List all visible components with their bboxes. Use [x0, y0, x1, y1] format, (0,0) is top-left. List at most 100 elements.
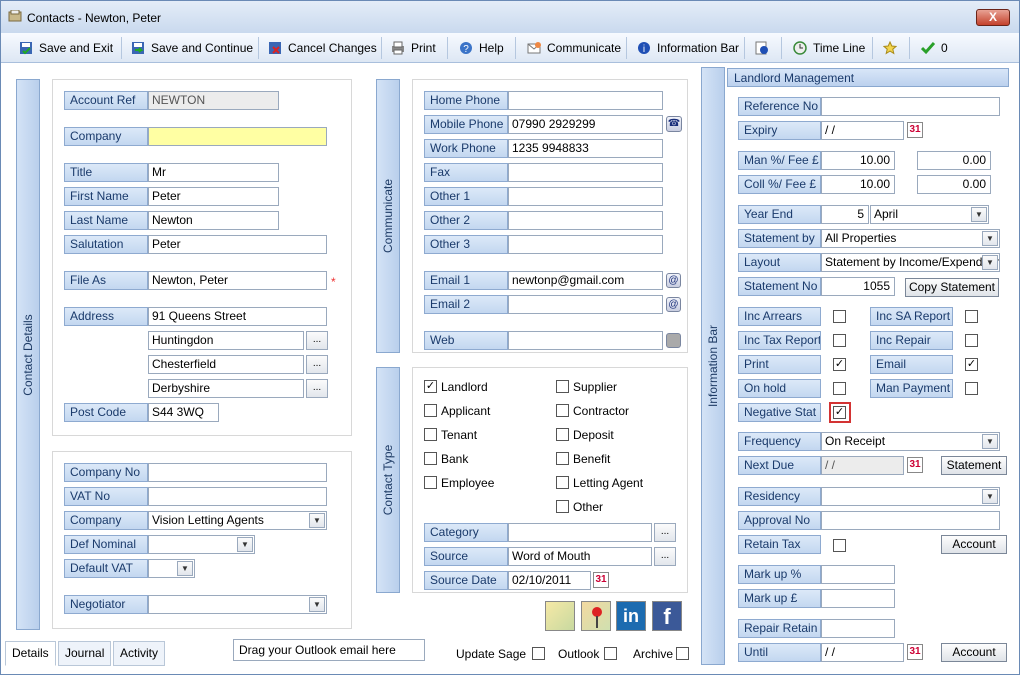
print-checkbox[interactable]: ✓	[833, 358, 846, 371]
reference-no-field[interactable]	[821, 97, 1000, 116]
statement-by-select[interactable]: All Properties ▼	[821, 229, 1000, 248]
web-field[interactable]	[508, 331, 663, 350]
tasks-count-button[interactable]: 0	[921, 38, 948, 58]
email1-field[interactable]: newtonp@gmail.com	[508, 271, 663, 290]
coll-fee-field[interactable]: 0.00	[917, 175, 991, 194]
close-button[interactable]: X	[976, 9, 1010, 26]
salutation-field[interactable]: Peter	[148, 235, 327, 254]
map-pin-icon[interactable]	[581, 601, 611, 631]
source-field[interactable]: Word of Mouth	[508, 547, 652, 566]
repair-retain-field[interactable]	[821, 619, 895, 638]
other2-field[interactable]	[508, 211, 663, 230]
approval-no-field[interactable]	[821, 511, 1000, 530]
last-name-field[interactable]: Newton	[148, 211, 279, 230]
cancel-changes-button[interactable]: Cancel Changes	[268, 38, 377, 58]
address-line3-field[interactable]: Chesterfield	[148, 355, 304, 374]
information-bar-vtab[interactable]: Information Bar	[701, 67, 725, 665]
copy-statement-button[interactable]: Copy Statement	[905, 278, 999, 297]
mark-up-pound-field[interactable]	[821, 589, 895, 608]
inc-repair-checkbox[interactable]	[965, 334, 978, 347]
help-button[interactable]: ? Help	[459, 38, 504, 58]
chevron-down-icon[interactable]: ▼	[971, 207, 987, 222]
map-icon[interactable]	[545, 601, 575, 631]
contact-details-vtab[interactable]: Contact Details	[16, 79, 40, 630]
landlord-checkbox[interactable]: ✓	[424, 380, 437, 393]
on-hold-checkbox[interactable]	[833, 382, 846, 395]
layout-select[interactable]: Statement by Income/Expenditure ▼	[821, 253, 1000, 272]
address-line1-field[interactable]: 91 Queens Street	[148, 307, 327, 326]
statement-button[interactable]: Statement	[941, 456, 1007, 475]
until-field[interactable]: / /	[821, 643, 904, 662]
company-field[interactable]	[148, 127, 327, 146]
chevron-down-icon[interactable]: ▼	[309, 513, 325, 528]
next-due-field[interactable]: / /	[821, 456, 904, 475]
info-settings-button[interactable]	[755, 38, 775, 58]
vat-no-field[interactable]	[148, 487, 327, 506]
chevron-down-icon[interactable]: ▼	[982, 231, 998, 246]
frequency-select[interactable]: On Receipt ▼	[821, 432, 1000, 451]
linkedin-icon[interactable]: in	[616, 601, 646, 631]
expiry-field[interactable]: / /	[821, 121, 904, 140]
save-and-exit-button[interactable]: Save and Exit	[19, 38, 113, 58]
chevron-down-icon[interactable]: ▼	[982, 434, 998, 449]
mark-up-percent-field[interactable]	[821, 565, 895, 584]
year-end-month-select[interactable]: April ▼	[870, 205, 989, 224]
facebook-icon[interactable]: f	[652, 601, 682, 631]
supplier-checkbox[interactable]	[556, 380, 569, 393]
information-bar-button[interactable]: i Information Bar	[637, 38, 739, 58]
update-sage-checkbox[interactable]	[532, 647, 545, 660]
letting-agent-checkbox[interactable]	[556, 476, 569, 489]
other1-field[interactable]	[508, 187, 663, 206]
tab-details[interactable]: Details	[5, 641, 56, 666]
company-select[interactable]: Vision Letting Agents ▼	[148, 511, 327, 530]
retain-tax-account-button[interactable]: Account	[941, 535, 1007, 554]
address-line2-field[interactable]: Huntingdon	[148, 331, 304, 350]
category-lookup-button[interactable]: ...	[654, 523, 676, 542]
chevron-down-icon[interactable]: ▼	[237, 537, 253, 552]
email1-send-icon[interactable]: @	[666, 273, 681, 288]
year-end-day-field[interactable]: 5	[821, 205, 869, 224]
email-checkbox[interactable]: ✓	[965, 358, 978, 371]
outlook-drop-area[interactable]: Drag your Outlook email here	[233, 639, 425, 661]
address-line2-lookup-button[interactable]: ...	[306, 331, 328, 350]
globe-icon[interactable]	[666, 333, 681, 348]
time-line-button[interactable]: Time Line	[793, 38, 865, 58]
home-phone-field[interactable]	[508, 91, 663, 110]
man-payment-checkbox[interactable]	[965, 382, 978, 395]
benefit-checkbox[interactable]	[556, 452, 569, 465]
def-nominal-select[interactable]: ▼	[148, 535, 255, 554]
bank-checkbox[interactable]	[424, 452, 437, 465]
title-field[interactable]: Mr	[148, 163, 279, 182]
contact-type-vtab[interactable]: Contact Type	[376, 367, 400, 593]
man-fee-field[interactable]: 0.00	[917, 151, 991, 170]
deposit-checkbox[interactable]	[556, 428, 569, 441]
chevron-down-icon[interactable]: ▼	[309, 597, 325, 612]
print-button[interactable]: Print	[391, 38, 436, 58]
email2-field[interactable]	[508, 295, 663, 314]
work-phone-field[interactable]: 1235 9948833	[508, 139, 663, 158]
retain-tax-checkbox[interactable]	[833, 539, 846, 552]
calendar-icon[interactable]: 31	[593, 572, 609, 588]
until-account-button[interactable]: Account	[941, 643, 1007, 662]
communicate-vtab[interactable]: Communicate	[376, 79, 400, 353]
calendar-icon[interactable]: 31	[907, 457, 923, 473]
statement-no-field[interactable]: 1055	[821, 277, 895, 296]
chevron-down-icon[interactable]: ▼	[982, 489, 998, 504]
first-name-field[interactable]: Peter	[148, 187, 279, 206]
tab-activity[interactable]: Activity	[113, 641, 166, 666]
account-ref-field[interactable]: NEWTON	[148, 91, 279, 110]
residency-select[interactable]: ▼	[821, 487, 1000, 506]
phone-icon[interactable]: ☎	[666, 116, 682, 132]
chevron-down-icon[interactable]: ▼	[982, 255, 998, 270]
inc-arrears-checkbox[interactable]	[833, 310, 846, 323]
archive-checkbox[interactable]	[676, 647, 689, 660]
post-code-field[interactable]: S44 3WQ	[148, 403, 219, 422]
other-checkbox[interactable]	[556, 500, 569, 513]
company-no-field[interactable]	[148, 463, 327, 482]
employee-checkbox[interactable]	[424, 476, 437, 489]
contractor-checkbox[interactable]	[556, 404, 569, 417]
negative-stat-checkbox[interactable]: ✓	[833, 406, 846, 419]
coll-percent-field[interactable]: 10.00	[821, 175, 895, 194]
negotiator-select[interactable]: ▼	[148, 595, 327, 614]
man-percent-field[interactable]: 10.00	[821, 151, 895, 170]
